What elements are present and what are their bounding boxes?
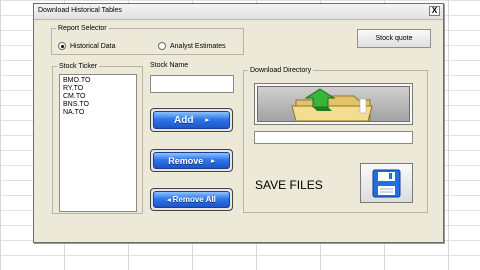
radio-analyst-estimates[interactable]: Analyst Estimates	[158, 42, 226, 50]
stock-ticker-group: Stock Ticker BMO.TO RY.TO CM.TO BNS.TO N…	[52, 63, 143, 214]
report-selector-legend: Report Selector	[58, 25, 107, 32]
floppy-disk-icon	[372, 169, 401, 198]
list-item[interactable]: RY.TO	[63, 85, 133, 93]
download-directory-legend: Download Directory	[250, 67, 312, 74]
radio-label: Analyst Estimates	[170, 42, 226, 50]
arrow-right-icon: ▸	[211, 157, 215, 165]
remove-all-button[interactable]: ◂ Remove All	[150, 188, 233, 211]
radio-button-icon	[158, 42, 166, 50]
remove-all-label: Remove All	[172, 195, 216, 204]
save-files-label: SAVE FILES	[255, 178, 323, 192]
stock-name-label: Stock Name	[150, 62, 189, 69]
title-bar[interactable]: Download Historical Tables X	[34, 4, 443, 20]
stock-ticker-list[interactable]: BMO.TO RY.TO CM.TO BNS.TO NA.TO	[59, 74, 137, 212]
radio-button-icon	[58, 42, 66, 50]
add-button[interactable]: Add ▸	[150, 108, 233, 132]
folder-download-icon	[291, 88, 373, 122]
close-button[interactable]: X	[429, 6, 440, 16]
radio-label: Historical Data	[70, 42, 116, 50]
save-files-button[interactable]	[360, 163, 413, 203]
list-item[interactable]: BMO.TO	[63, 77, 133, 85]
remove-label: Remove	[168, 155, 204, 166]
arrow-right-icon: ▸	[205, 117, 209, 124]
stock-name-input[interactable]	[150, 75, 234, 93]
download-directory-group: Download Directory SAVE FILES	[243, 67, 428, 213]
add-label: Add	[174, 114, 194, 126]
directory-path-input[interactable]	[254, 131, 413, 144]
list-item[interactable]: CM.TO	[63, 93, 133, 101]
stock-ticker-legend: Stock Ticker	[59, 63, 98, 70]
remove-button[interactable]: Remove ▸	[150, 149, 233, 172]
list-item[interactable]: BNS.TO	[63, 101, 133, 109]
stock-quote-button[interactable]: Stock quote	[357, 29, 431, 48]
arrow-left-icon: ◂	[167, 196, 171, 204]
report-selector-group: Report Selector Historical Data Analyst …	[51, 25, 244, 55]
radio-historical-data[interactable]: Historical Data	[58, 42, 116, 50]
list-item[interactable]: NA.TO	[63, 109, 133, 117]
window-title: Download Historical Tables	[38, 7, 122, 14]
folder-download-button[interactable]	[254, 83, 413, 125]
download-dialog: Download Historical Tables X Report Sele…	[33, 3, 444, 243]
